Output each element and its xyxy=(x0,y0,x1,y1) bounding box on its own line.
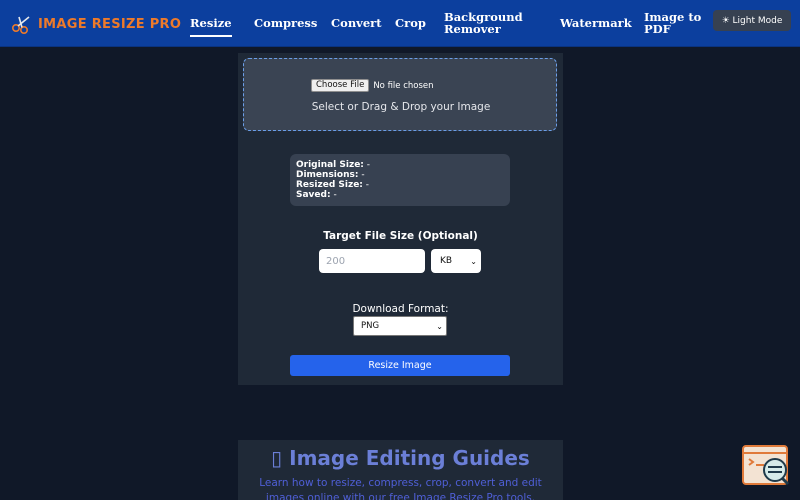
guides-subtitle: Learn how to resize, compress, crop, con… xyxy=(259,477,542,500)
file-status: No file chosen xyxy=(373,80,434,91)
brand-logo[interactable]: IMAGE RESIZE PRO xyxy=(10,13,181,35)
guides-title: ▯ Image Editing Guides xyxy=(271,446,530,470)
image-stats-box: Original Size: - Dimensions: - Resized S… xyxy=(290,154,510,206)
nav-resize[interactable]: Resize xyxy=(190,17,232,37)
stat-resized-size: Resized Size: - xyxy=(296,180,370,190)
top-navbar: IMAGE RESIZE PRO Resize Compress Convert… xyxy=(0,0,800,47)
stat-saved: Saved: - xyxy=(296,190,337,200)
nav-watermark[interactable]: Watermark xyxy=(560,17,632,29)
nav-crop[interactable]: Crop xyxy=(395,17,426,29)
stat-original-size: Original Size: - xyxy=(296,160,371,170)
nav-image-to-pdf[interactable]: Image to PDF xyxy=(644,11,704,35)
chevron-down-icon: ⌄ xyxy=(470,256,477,266)
nav-compress[interactable]: Compress xyxy=(254,17,317,29)
dropzone-text: Select or Drag & Drop your Image xyxy=(311,101,491,113)
scissors-icon xyxy=(11,16,30,35)
chevron-down-icon: ⌄ xyxy=(436,321,443,331)
format-value: PNG xyxy=(361,321,380,331)
nav-convert[interactable]: Convert xyxy=(331,17,382,29)
theme-toggle-button[interactable]: ☀ Light Mode xyxy=(713,10,791,31)
size-unit-select[interactable]: KB ⌄ xyxy=(431,249,481,273)
target-size-label: Target File Size (Optional) xyxy=(323,230,478,242)
target-size-input[interactable]: 200 xyxy=(319,249,425,273)
upload-dropzone[interactable]: Choose File No file chosen Select or Dra… xyxy=(243,58,557,131)
nav-background-remover[interactable]: Background Remover xyxy=(444,11,534,35)
guides-section: ▯ Image Editing Guides Learn how to resi… xyxy=(238,440,563,500)
size-unit-value: KB xyxy=(440,256,453,266)
download-format-select[interactable]: PNG ⌄ xyxy=(353,316,447,336)
download-format-label: Download Format: xyxy=(352,303,449,315)
resize-image-button[interactable]: Resize Image xyxy=(290,355,510,376)
file-input[interactable]: Choose File No file chosen xyxy=(311,79,434,92)
brand-name: IMAGE RESIZE PRO xyxy=(38,16,182,32)
stat-dimensions: Dimensions: - xyxy=(296,170,365,180)
chat-widget-icon[interactable] xyxy=(742,445,790,487)
resize-panel: Choose File No file chosen Select or Dra… xyxy=(238,53,563,385)
choose-file-button[interactable]: Choose File xyxy=(311,79,370,92)
